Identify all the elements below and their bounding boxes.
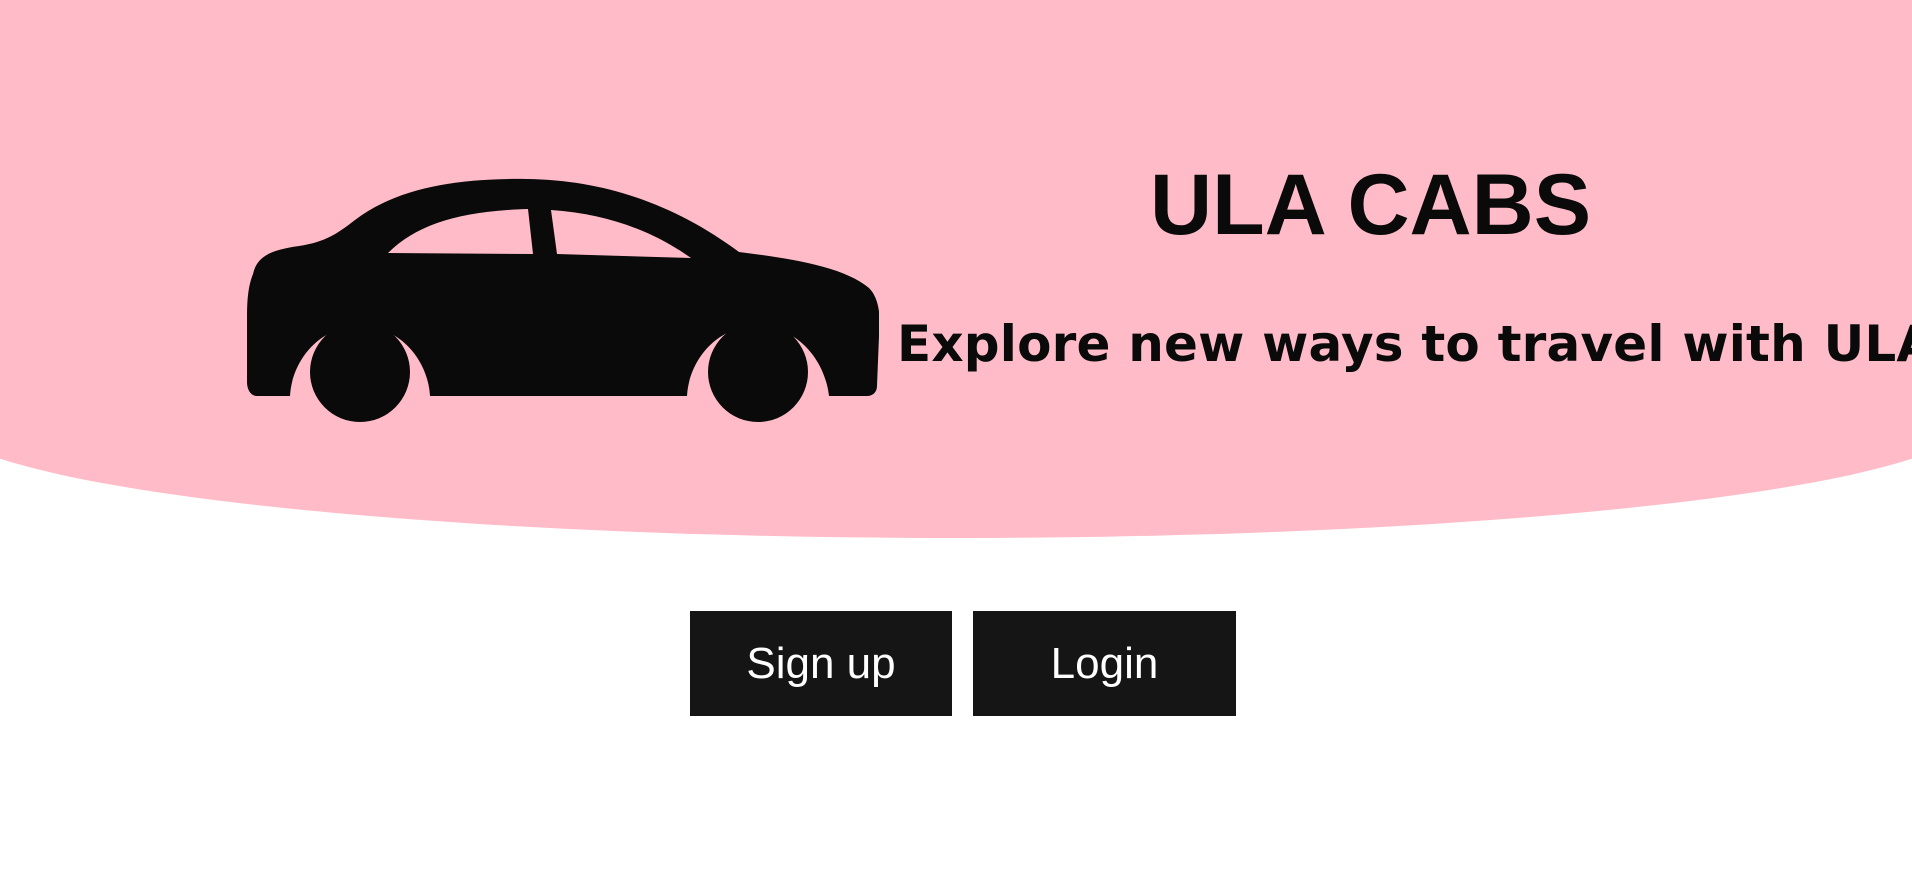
landing-page: ULA CABS Explore new ways to travel with… [0, 0, 1912, 874]
tagline: Explore new ways to travel with ULA! [897, 315, 1912, 373]
car-icon [247, 178, 879, 422]
page-title: ULA CABS [1150, 157, 1592, 253]
login-button[interactable]: Login [973, 611, 1236, 716]
signup-button[interactable]: Sign up [690, 611, 952, 716]
